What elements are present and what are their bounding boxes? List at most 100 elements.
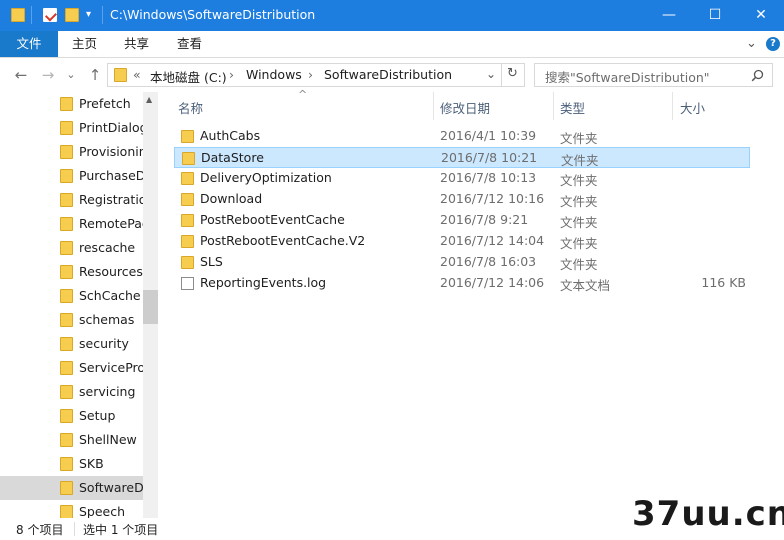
file-row[interactable]: Download 2016/7/12 10:16 文件夹 — [174, 189, 750, 210]
folder-icon — [60, 169, 73, 183]
breadcrumb-separator[interactable]: › — [229, 67, 234, 82]
tab-home[interactable]: 主页 — [72, 31, 97, 57]
nav-item[interactable]: Prefetch — [0, 92, 143, 116]
nav-item-label: servicing — [79, 384, 136, 399]
column-header-type[interactable]: 类型 — [560, 98, 585, 117]
up-button[interactable]: ↑ — [85, 66, 105, 84]
search-input[interactable]: 搜索"SoftwareDistribution" — [534, 63, 773, 87]
nav-item[interactable]: ServiceProfiles — [0, 356, 143, 380]
file-row[interactable]: SLS 2016/7/8 16:03 文件夹 — [174, 252, 750, 273]
folder-icon — [181, 193, 194, 206]
folder-icon — [181, 172, 194, 185]
folder-icon — [60, 385, 73, 399]
nav-item[interactable]: servicing — [0, 380, 143, 404]
ribbon-tabs: 文件 主页 共享 查看 ⌄ ? — [0, 31, 784, 58]
file-row[interactable]: AuthCabs 2016/4/1 10:39 文件夹 — [174, 126, 750, 147]
tab-file[interactable]: 文件 — [0, 31, 58, 57]
ribbon-expand-icon[interactable]: ⌄ — [746, 31, 757, 57]
file-date: 2016/7/12 14:04 — [440, 233, 545, 248]
nav-item[interactable]: RemotePackages — [0, 212, 143, 236]
nav-item[interactable]: Setup — [0, 404, 143, 428]
nav-item[interactable]: Provisioning — [0, 140, 143, 164]
file-name: DataStore — [201, 150, 264, 165]
nav-item[interactable]: security — [0, 332, 143, 356]
navigation-scrollbar-thumb[interactable] — [143, 290, 158, 324]
file-type: 文本文档 — [560, 278, 611, 293]
tab-share[interactable]: 共享 — [124, 31, 149, 57]
file-row[interactable]: PostRebootEventCache.V2 2016/7/12 14:04 文件… — [174, 231, 750, 252]
nav-item[interactable]: ShellNew — [0, 428, 143, 452]
file-row[interactable]: PostRebootEventCache 2016/7/8 9:21 文件夹 — [174, 210, 750, 231]
file-row[interactable]: DeliveryOptimization 2016/7/8 10:13 文件夹 — [174, 168, 750, 189]
nav-item-label: SchCache — [79, 288, 141, 303]
file-date: 2016/7/8 16:03 — [440, 254, 537, 269]
folder-icon — [60, 481, 73, 495]
scroll-up-icon[interactable]: ▲ — [146, 95, 152, 104]
column-header-date[interactable]: 修改日期 — [440, 98, 490, 117]
nav-item[interactable]: schemas — [0, 308, 143, 332]
file-list[interactable]: 名称 ^ 修改日期 类型 大小 AuthCabs 2016/4/1 10:39 文件… — [160, 88, 784, 518]
file-date: 2016/4/1 10:39 — [440, 128, 537, 143]
refresh-button[interactable]: ↻ — [507, 66, 518, 81]
search-placeholder: 搜索"SoftwareDistribution" — [545, 70, 710, 85]
breadcrumb-separator[interactable]: › — [308, 67, 313, 82]
nav-item[interactable]: SKB — [0, 452, 143, 476]
column-header-size[interactable]: 大小 — [680, 98, 705, 117]
nav-item[interactable]: PurchaseDialog — [0, 164, 143, 188]
folder-icon — [60, 145, 73, 159]
tab-view[interactable]: 查看 — [177, 31, 202, 57]
close-button[interactable]: ✕ — [738, 0, 784, 31]
nav-item-label: Resources — [79, 264, 143, 279]
nav-item-label: security — [79, 336, 129, 351]
folder-icon — [60, 121, 73, 135]
recent-locations-button[interactable]: ⌄ — [64, 66, 78, 84]
nav-item[interactable]: SchCache — [0, 284, 143, 308]
address-dropdown-icon[interactable]: ⌄ — [486, 67, 496, 81]
nav-item-label: SKB — [79, 456, 104, 471]
forward-button[interactable]: → — [38, 66, 58, 84]
nav-item[interactable]: Registration — [0, 188, 143, 212]
column-divider[interactable] — [672, 92, 673, 120]
maximize-button[interactable]: ☐ — [692, 0, 738, 31]
nav-item[interactable]: rescache — [0, 236, 143, 260]
file-date: 2016/7/8 10:13 — [440, 170, 537, 185]
address-bar[interactable]: « 本地磁盘 (C:) › Windows › SoftwareDistribu… — [107, 63, 525, 87]
nav-item-label: RemotePackages — [79, 216, 143, 231]
nav-item[interactable]: PrintDialog — [0, 116, 143, 140]
folder-icon — [60, 241, 73, 255]
column-divider[interactable] — [553, 92, 554, 120]
nav-item-label: PrintDialog — [79, 120, 143, 135]
file-name: AuthCabs — [200, 128, 261, 143]
folder-icon — [60, 433, 73, 447]
properties-icon[interactable] — [43, 8, 58, 22]
navigation-pane[interactable]: Prefetch PrintDialog Provisioning PurchaseD… — [0, 92, 158, 518]
folder-icon — [60, 361, 73, 375]
separator — [74, 522, 75, 536]
file-row[interactable]: DataStore 2016/7/8 10:21 文件夹 — [174, 147, 750, 168]
breadcrumb-windows[interactable]: Windows — [246, 67, 302, 82]
column-divider[interactable] — [433, 92, 434, 120]
file-name: PostRebootEventCache — [200, 212, 345, 227]
nav-item[interactable]: SoftwareDistribution — [0, 476, 143, 500]
minimize-button[interactable]: — — [646, 0, 692, 31]
file-row[interactable]: ReportingEvents.log 2016/7/12 14:06 文本文档 11… — [174, 273, 750, 294]
nav-item-label: schemas — [79, 312, 135, 327]
folder-icon — [60, 313, 73, 327]
new-folder-icon[interactable] — [65, 8, 79, 22]
nav-item-label: PurchaseDialog — [79, 168, 143, 183]
nav-item[interactable]: Speech — [0, 500, 143, 518]
column-header-name[interactable]: 名称 — [178, 98, 203, 117]
breadcrumb-softwaredistribution[interactable]: SoftwareDistribution — [324, 67, 452, 82]
file-type: 文件夹 — [560, 257, 598, 272]
folder-icon — [60, 289, 73, 303]
breadcrumb-local-disk[interactable]: 本地磁盘 (C:) — [150, 67, 227, 86]
breadcrumb-overflow[interactable]: « — [133, 67, 141, 82]
folder-icon — [181, 130, 194, 143]
customize-quick-access-icon[interactable]: ▾ — [86, 9, 91, 20]
search-icon[interactable] — [751, 69, 764, 82]
separator — [31, 6, 32, 24]
nav-item[interactable]: Resources — [0, 260, 143, 284]
help-icon[interactable]: ? — [766, 37, 780, 51]
back-button[interactable]: ← — [11, 66, 31, 84]
folder-icon — [181, 235, 194, 248]
